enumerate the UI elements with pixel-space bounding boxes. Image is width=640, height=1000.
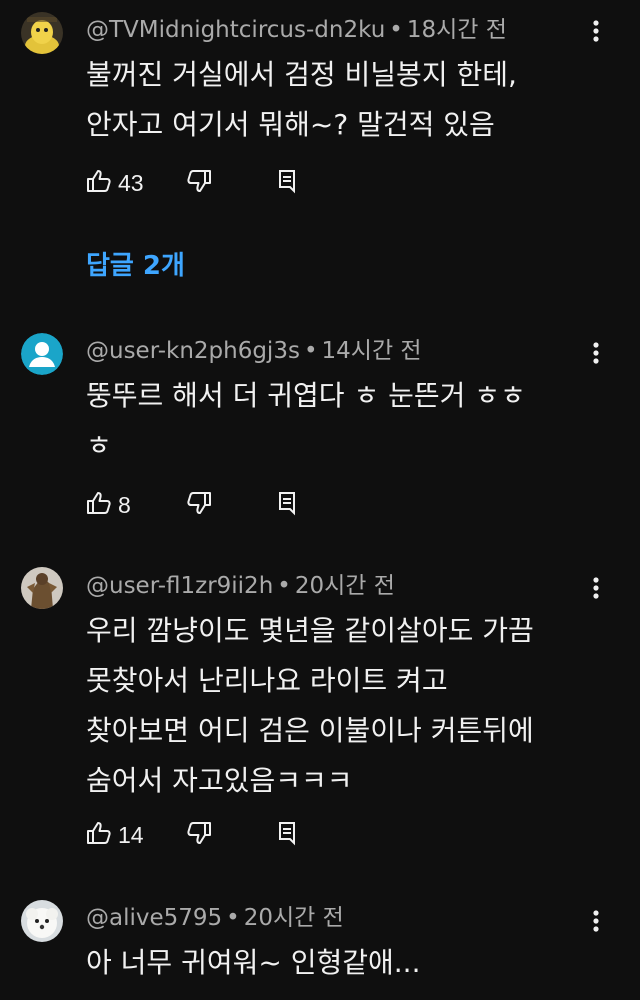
reply-button[interactable] (274, 489, 300, 521)
username[interactable]: @TVMidnightcircus-dn2ku (86, 17, 385, 43)
comment-line: 뚱뚜르 해서 더 귀엽다 ㅎ 눈뜬거 ㅎㅎ (86, 379, 526, 412)
separator: • (389, 17, 403, 43)
username[interactable]: @user-fl1zr9ii2h (86, 573, 273, 599)
view-replies-link[interactable]: 답글 2개 (86, 248, 185, 284)
comment-text: 우리 깜냥이도 몇년을 같이살아도 가끔 못찾아서 난리나요 라이트 켜고 찾아… (86, 606, 534, 806)
separator: • (277, 573, 291, 599)
comment-line: 우리 깜냥이도 몇년을 같이살아도 가끔 (86, 614, 534, 647)
comment-meta: @TVMidnightcircus-dn2ku • 18시간 전 (86, 15, 507, 45)
comment-line: ㅎ (86, 429, 112, 462)
comment-meta: @alive5795 • 20시간 전 (86, 903, 344, 933)
comment-line: 아 너무 귀여워~ 인형같애... (86, 946, 421, 979)
avatar[interactable] (21, 12, 63, 54)
dislike-button[interactable] (186, 489, 212, 521)
comment-line: 안자고 여기서 뭐해~? 말건적 있음 (86, 108, 495, 141)
like-count: 14 (118, 821, 144, 848)
reply-comment-icon (274, 490, 300, 520)
separator: • (226, 905, 240, 931)
username[interactable]: @user-kn2ph6gj3s (86, 338, 300, 364)
thumbs-down-icon (186, 490, 212, 520)
comment-meta: @user-fl1zr9ii2h • 20시간 전 (86, 571, 395, 601)
more-options-icon[interactable] (584, 906, 608, 936)
timestamp: 18시간 전 (406, 17, 507, 43)
comment-line: 못찾아서 난리나요 라이트 켜고 (86, 664, 448, 697)
comment-text: 불꺼진 거실에서 검정 비닐봉지 한테, 안자고 여기서 뭐해~? 말건적 있음 (86, 50, 517, 150)
reply-comment-icon (274, 168, 300, 198)
avatar[interactable] (21, 567, 63, 609)
timestamp: 14시간 전 (321, 338, 422, 364)
comment-line: 숨어서 자고있음ㅋㅋㅋ (86, 764, 353, 797)
comment-text: 아 너무 귀여워~ 인형같애... (86, 938, 420, 988)
comment-text: 뚱뚜르 해서 더 귀엽다 ㅎ 눈뜬거 ㅎㅎ ㅎ (86, 371, 526, 471)
like-count: 43 (118, 169, 144, 196)
thumbs-up-icon (86, 168, 112, 198)
like-count: 8 (118, 491, 131, 518)
separator: • (303, 338, 318, 364)
dislike-button[interactable] (186, 167, 212, 199)
thumbs-down-icon (186, 820, 212, 850)
like-button[interactable]: 14 (86, 819, 144, 851)
thumbs-up-icon (86, 490, 112, 520)
reply-button[interactable] (274, 167, 300, 199)
more-options-icon[interactable] (584, 338, 608, 368)
thumbs-down-icon (186, 168, 212, 198)
more-options-icon[interactable] (584, 573, 608, 603)
username[interactable]: @alive5795 (86, 905, 222, 931)
timestamp: 20시간 전 (243, 905, 344, 931)
thumbs-up-icon (86, 820, 112, 850)
comment-line: 불꺼진 거실에서 검정 비닐봉지 한테, (86, 58, 517, 91)
comment-line: 찾아보면 어디 검은 이불이나 커튼뒤에 (86, 714, 534, 747)
reply-comment-icon (274, 820, 300, 850)
avatar[interactable] (21, 900, 63, 942)
avatar[interactable] (21, 333, 63, 375)
timestamp: 20시간 전 (294, 573, 395, 599)
comment-meta: @user-kn2ph6gj3s • 14시간 전 (86, 336, 422, 366)
like-button[interactable]: 8 (86, 489, 131, 521)
dislike-button[interactable] (186, 819, 212, 851)
like-button[interactable]: 43 (86, 167, 144, 199)
more-options-icon[interactable] (584, 16, 608, 46)
reply-button[interactable] (274, 819, 300, 851)
